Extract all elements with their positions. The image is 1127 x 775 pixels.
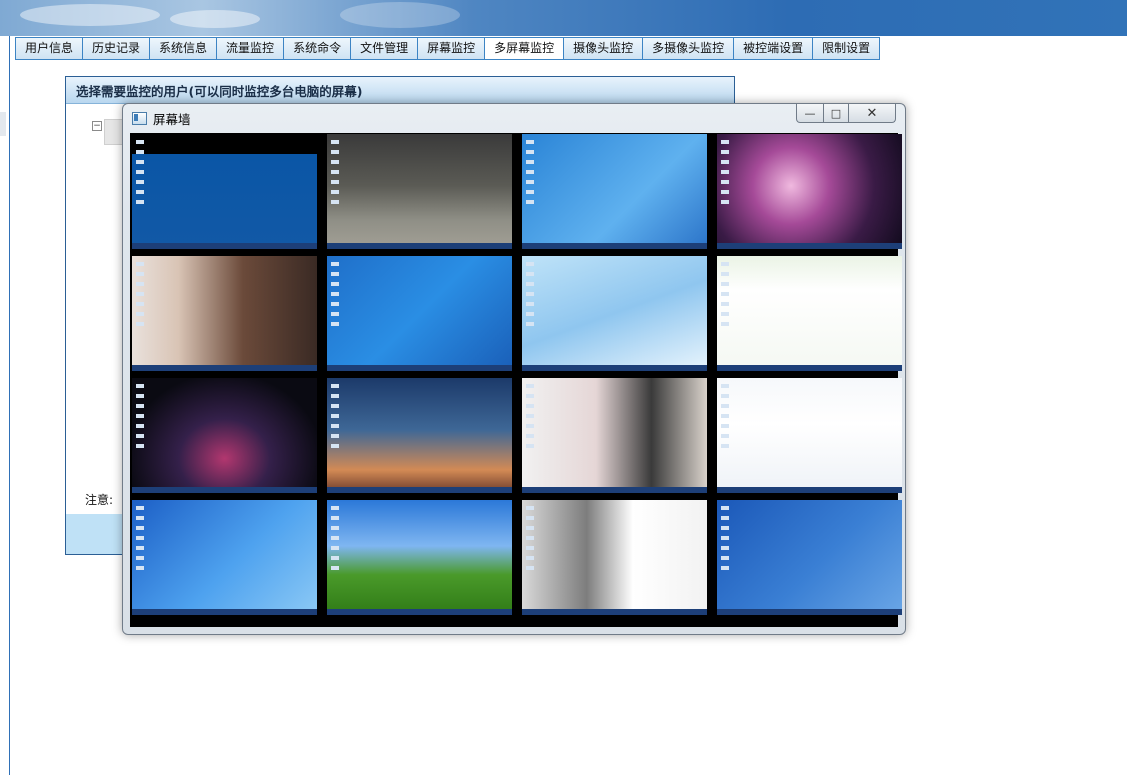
screen-wall-window: 屏幕墙 — □ ✕ xyxy=(122,103,906,635)
tab-system-info[interactable]: 系统信息 xyxy=(150,38,218,59)
tab-camera-monitor[interactable]: 摄像头监控 xyxy=(564,38,644,59)
taskbar xyxy=(717,365,902,371)
taskbar xyxy=(132,487,317,493)
window-app-icon xyxy=(132,112,147,125)
cloud-decoration xyxy=(20,4,160,26)
tree-collapse-icon[interactable]: − xyxy=(92,121,102,131)
explorer-window-icon xyxy=(331,262,339,332)
taskbar xyxy=(717,487,902,493)
taskbar xyxy=(327,487,512,493)
tab-traffic-monitor[interactable]: 流量监控 xyxy=(217,38,285,59)
desktop-icon xyxy=(136,140,144,210)
screen-12[interactable] xyxy=(717,378,902,493)
anime-wallpaper-icon xyxy=(526,262,534,332)
screen-15[interactable] xyxy=(522,500,707,615)
tab-restriction-settings[interactable]: 限制设置 xyxy=(813,38,879,59)
screen-7[interactable] xyxy=(522,256,707,371)
tab-system-command[interactable]: 系统命令 xyxy=(284,38,352,59)
windows-dialog-icon xyxy=(526,140,534,210)
user-select-title: 选择需要监控的用户(可以同时监控多台电脑的屏幕) xyxy=(66,77,734,104)
nested-desktop-icon xyxy=(526,506,534,576)
screen-16[interactable] xyxy=(717,500,902,615)
screen-13[interactable] xyxy=(132,500,317,615)
screen-11[interactable] xyxy=(522,378,707,493)
tab-multi-screen-monitor[interactable]: 多屏幕监控 xyxy=(485,38,565,59)
left-frame-line xyxy=(9,36,10,775)
taskbar xyxy=(132,243,317,249)
taskbar xyxy=(327,365,512,371)
taskbar xyxy=(132,609,317,615)
nebula-wallpaper-icon xyxy=(721,140,729,210)
screen-3[interactable] xyxy=(522,134,707,249)
screen-14[interactable] xyxy=(327,500,512,615)
tab-history[interactable]: 历史记录 xyxy=(83,38,151,59)
taskbar xyxy=(522,487,707,493)
screen-1[interactable] xyxy=(132,134,317,249)
browser-page-icon xyxy=(721,262,729,332)
taskbar xyxy=(522,365,707,371)
minimize-button[interactable]: — xyxy=(796,104,824,123)
tab-user-info[interactable]: 用户信息 xyxy=(16,38,84,59)
tab-client-settings[interactable]: 被控端设置 xyxy=(734,38,814,59)
screen-8[interactable] xyxy=(717,256,902,371)
cloud-decoration xyxy=(340,2,460,28)
taskbar xyxy=(717,609,902,615)
taskbar xyxy=(327,609,512,615)
maximize-button[interactable]: □ xyxy=(824,104,849,123)
taskbar xyxy=(522,609,707,615)
taskbar xyxy=(132,365,317,371)
taskbar xyxy=(522,243,707,249)
tab-screen-monitor[interactable]: 屏幕监控 xyxy=(418,38,486,59)
screen-2[interactable] xyxy=(327,134,512,249)
tab-multi-camera-monitor[interactable]: 多摄像头监控 xyxy=(643,38,735,59)
notice-label: 注意: xyxy=(85,493,114,507)
left-frame-stub xyxy=(0,112,6,136)
close-button[interactable]: ✕ xyxy=(849,104,896,123)
desktop-icon xyxy=(136,506,144,576)
xp-dialogs-icon xyxy=(721,506,729,576)
window-controls: — □ ✕ xyxy=(796,104,896,123)
tab-file-manager[interactable]: 文件管理 xyxy=(351,38,419,59)
screen-wall-grid xyxy=(130,133,902,627)
screen-9[interactable] xyxy=(132,378,317,493)
screen-10[interactable] xyxy=(327,378,512,493)
window-title: 屏幕墙 xyxy=(153,112,191,127)
swirl-wallpaper-icon xyxy=(136,384,144,454)
taskbar xyxy=(327,243,512,249)
chat-window-icon xyxy=(526,384,534,454)
taskbar xyxy=(717,243,902,249)
main-nav: 用户信息 历史记录 系统信息 流量监控 系统命令 文件管理 屏幕监控 多屏幕监控… xyxy=(15,37,881,60)
cloud-decoration xyxy=(170,10,260,28)
top-banner xyxy=(0,0,1127,36)
portrait-wallpaper-icon xyxy=(136,262,144,332)
tree-node-checkbox[interactable] xyxy=(104,119,124,145)
bliss-wallpaper-icon xyxy=(331,506,339,576)
duck-wallpaper-icon xyxy=(331,140,339,210)
screen-6[interactable] xyxy=(327,256,512,371)
screen-5[interactable] xyxy=(132,256,317,371)
screen-4[interactable] xyxy=(717,134,902,249)
settings-window-icon xyxy=(721,384,729,454)
lighthouse-wallpaper-icon xyxy=(331,384,339,454)
